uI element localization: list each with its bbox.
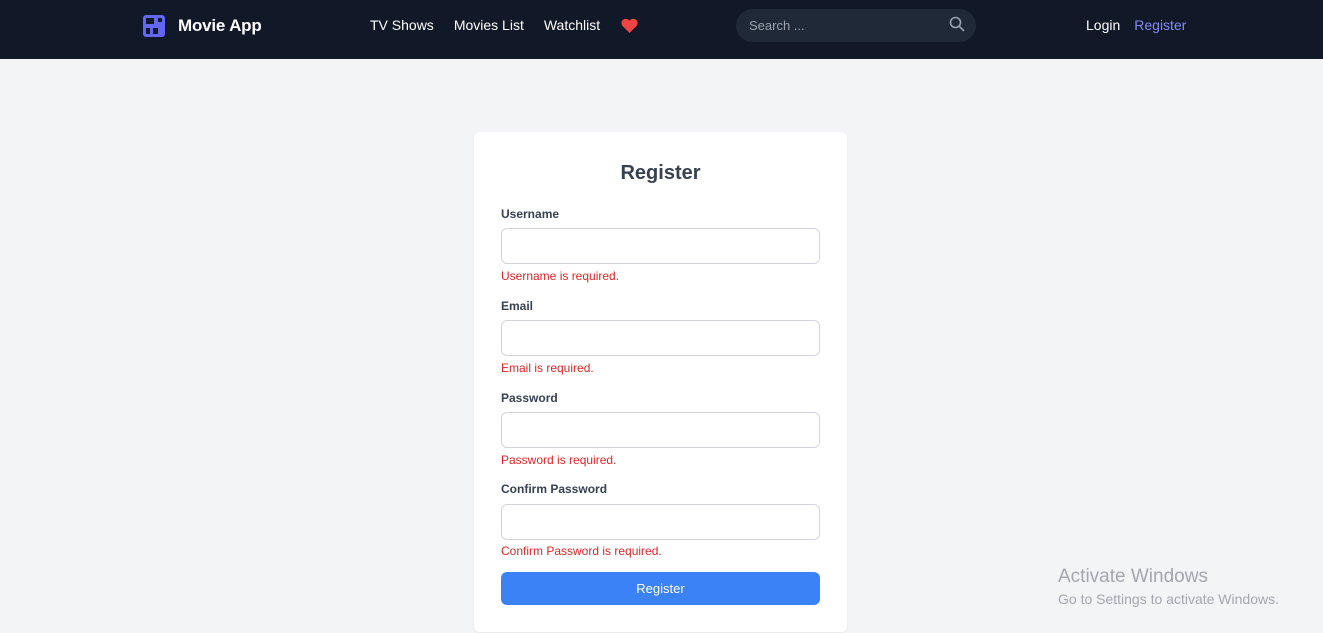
- password-error: Password is required.: [501, 453, 617, 467]
- search-bar: [736, 9, 976, 42]
- password-label: Password: [501, 391, 558, 405]
- search-input[interactable]: [749, 9, 939, 42]
- windows-activation-watermark: Activate Windows Go to Settings to activ…: [1058, 566, 1279, 607]
- password-field[interactable]: [501, 412, 820, 448]
- email-error: Email is required.: [501, 361, 594, 375]
- register-card: Register Username Username is required. …: [474, 132, 847, 632]
- email-field[interactable]: [501, 320, 820, 356]
- register-button[interactable]: Register: [501, 572, 820, 605]
- page-title: Register: [620, 162, 701, 184]
- register-link[interactable]: Register: [1134, 17, 1186, 33]
- nav-link-watchlist[interactable]: Watchlist: [544, 17, 600, 33]
- nav-link-movies-list[interactable]: Movies List: [454, 17, 524, 33]
- email-label: Email: [501, 299, 534, 313]
- login-link[interactable]: Login: [1086, 17, 1120, 33]
- heart-icon[interactable]: [621, 18, 638, 33]
- brand-link[interactable]: Movie App: [143, 15, 262, 37]
- watermark-subtitle: Go to Settings to activate Windows.: [1058, 591, 1279, 607]
- search-icon[interactable]: [949, 16, 965, 32]
- confirm-password-error: Confirm Password is required.: [501, 544, 662, 558]
- film-icon: [143, 15, 165, 37]
- top-navbar: Movie App TV Shows Movies List Watchlist…: [0, 0, 1323, 59]
- nav-link-tv-shows[interactable]: TV Shows: [370, 17, 434, 33]
- nav-links: TV Shows Movies List Watchlist: [370, 17, 638, 33]
- username-field[interactable]: [501, 228, 820, 264]
- confirm-password-label: Confirm Password: [501, 482, 608, 496]
- username-error: Username is required.: [501, 269, 620, 283]
- username-label: Username: [501, 207, 560, 221]
- auth-links: Login Register: [1086, 17, 1186, 33]
- brand-name: Movie App: [178, 16, 262, 35]
- watermark-title: Activate Windows: [1058, 566, 1208, 587]
- confirm-password-field[interactable]: [501, 504, 820, 540]
